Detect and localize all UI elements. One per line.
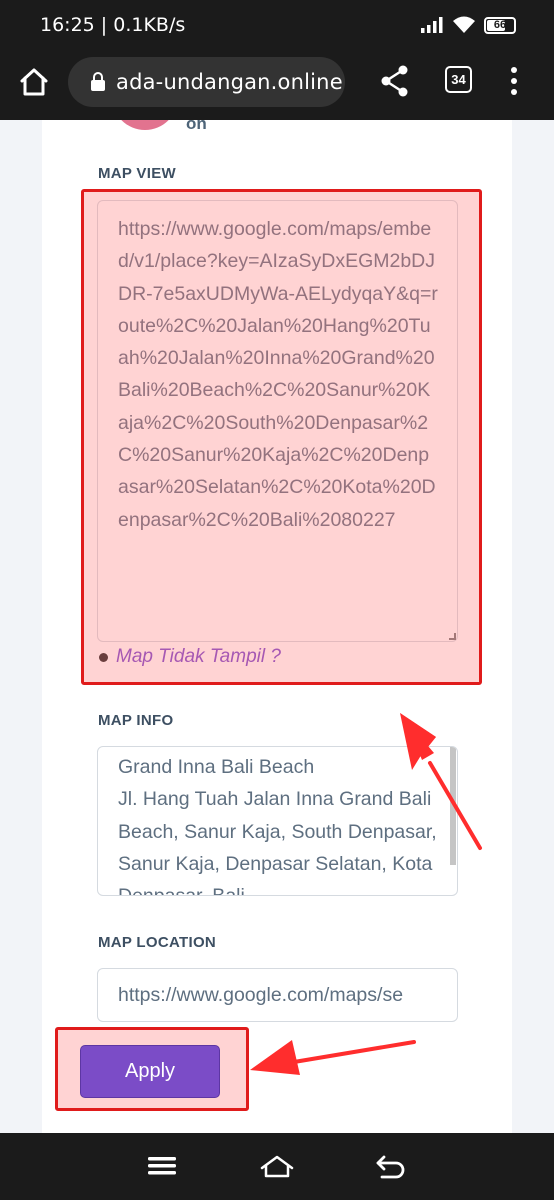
menu-icon [148, 1157, 176, 1175]
tabs-button[interactable]: 34 [445, 66, 472, 93]
more-vert-icon [511, 67, 517, 95]
status-bar: 16:25 | 0.1KB/s 66 [0, 0, 554, 50]
more-menu-button[interactable] [504, 65, 524, 97]
tab-count: 34 [451, 72, 466, 87]
wifi-icon [453, 16, 475, 33]
address-bar[interactable]: ada-undangan.online [68, 57, 345, 107]
web-content: on MAP VIEW https://www.google.com/maps/… [0, 120, 554, 1133]
home-button[interactable] [14, 62, 54, 102]
map-info-label: MAP INFO [98, 712, 174, 729]
lock-icon [91, 72, 105, 91]
share-icon [381, 65, 408, 97]
status-time-speed: 16:25 | 0.1KB/s [40, 14, 186, 36]
back-icon [376, 1155, 405, 1179]
home-outline-icon [260, 1155, 294, 1178]
home-icon [20, 68, 48, 96]
annotation-arrow-left [250, 1040, 416, 1075]
apply-button[interactable]: Apply [80, 1045, 220, 1098]
home-nav-button[interactable] [259, 1151, 294, 1181]
url-text: ada-undangan.online [116, 70, 343, 94]
annotation-arrow-up [400, 713, 482, 850]
map-location-input[interactable]: https://www.google.com/maps/se [97, 968, 458, 1022]
avatar [90, 120, 180, 131]
back-button[interactable] [374, 1151, 408, 1181]
partial-heading: on [186, 120, 207, 133]
browser-toolbar: ada-undangan.online 34 [0, 50, 554, 120]
highlight-box-map-view [81, 189, 482, 685]
recents-button[interactable] [145, 1151, 179, 1181]
apply-button-label: Apply [124, 1060, 176, 1082]
share-button[interactable] [378, 63, 412, 99]
map-location-label: MAP LOCATION [98, 934, 217, 951]
signal-icon [421, 17, 443, 33]
battery-level: 66 [493, 19, 507, 31]
system-nav-bar [0, 1133, 554, 1200]
battery-icon: 66 [484, 16, 516, 34]
status-icons: 66 [420, 14, 516, 36]
map-view-label: MAP VIEW [98, 165, 176, 182]
